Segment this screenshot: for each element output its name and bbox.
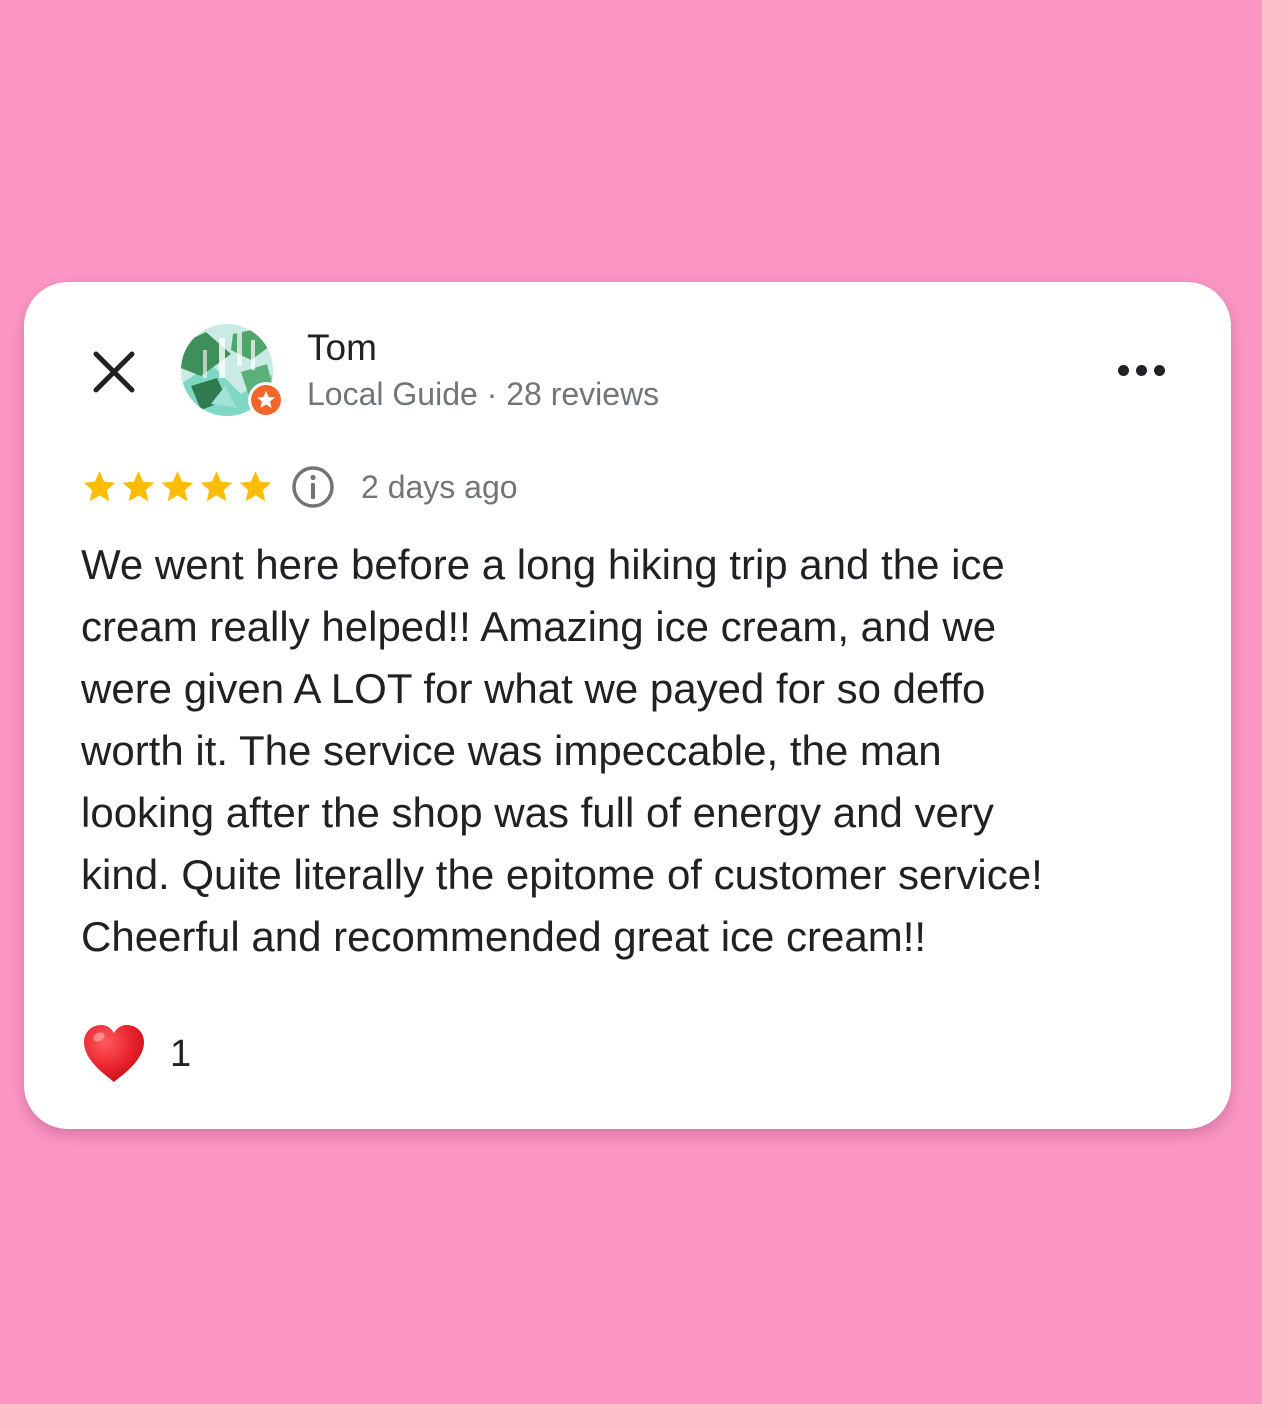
reviewer-name[interactable]: Tom xyxy=(307,326,377,370)
review-date: 2 days ago xyxy=(361,469,518,505)
star-icon xyxy=(83,471,116,502)
star-icon xyxy=(200,471,233,502)
reaction-count: 1 xyxy=(170,1033,192,1075)
review-text-line: worth it. The service was impeccable, th… xyxy=(81,727,942,774)
review-text: We went here before a long hiking trip a… xyxy=(81,534,1181,968)
review-text-line: cream really helped!! Amazing ice cream,… xyxy=(81,603,997,650)
review-text-line: Cheerful and recommended great ice cream… xyxy=(81,913,927,960)
heart-reaction-button[interactable]: 1 xyxy=(80,1020,280,1090)
review-text-line: We went here before a long hiking trip a… xyxy=(81,541,1005,588)
star-rating xyxy=(80,468,275,506)
review-text-line: were given A LOT for what we payed for s… xyxy=(81,665,986,712)
more-options-button[interactable] xyxy=(1110,352,1172,392)
rating-row: 2 days ago xyxy=(80,462,680,512)
reviewer-meta: Local Guide · 28 reviews xyxy=(307,376,660,412)
star-icon xyxy=(122,471,155,502)
review-card: Tom Local Guide · 28 reviews 2 days ago … xyxy=(24,282,1231,1129)
close-button[interactable] xyxy=(86,344,142,400)
star-icon xyxy=(239,471,272,502)
local-guide-badge-icon xyxy=(248,382,284,418)
star-icon xyxy=(161,471,194,502)
review-text-line: kind. Quite literally the epitome of cus… xyxy=(81,851,1043,898)
info-icon[interactable] xyxy=(290,464,336,510)
review-text-line: looking after the shop was full of energ… xyxy=(81,789,994,836)
close-icon xyxy=(93,351,135,393)
red-heart-icon xyxy=(84,1025,144,1082)
